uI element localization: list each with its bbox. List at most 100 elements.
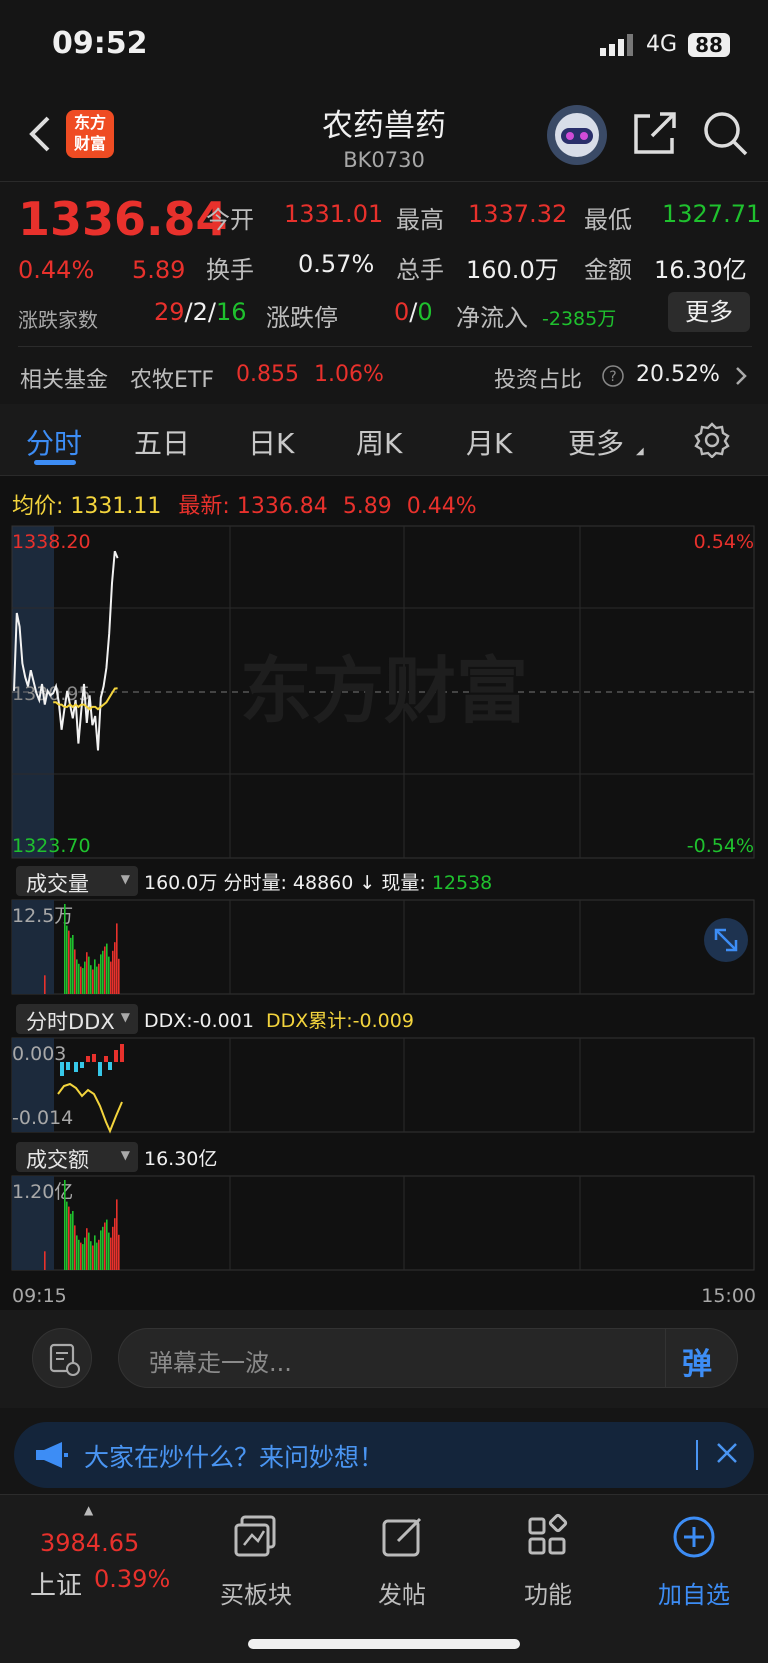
tab-five-day[interactable]: 五日	[134, 422, 190, 462]
ddx-bar	[60, 1062, 64, 1076]
app-logo[interactable]: 东方 财富	[66, 110, 114, 158]
bar	[102, 950, 104, 994]
share-icon[interactable]	[632, 110, 678, 160]
open-value: 1331.01	[284, 200, 384, 228]
limit-down-count: 0	[417, 298, 433, 326]
ddx-value: -0.001	[192, 1010, 254, 1032]
bar	[98, 963, 100, 994]
chevron-right-icon[interactable]	[734, 365, 748, 391]
arrow-down-icon: ↓	[359, 872, 376, 894]
watermark: 东方财富	[240, 649, 528, 733]
fund-label: 相关基金	[20, 368, 109, 393]
bar	[108, 956, 110, 994]
nav-buy-sector[interactable]: 买板块	[186, 1495, 326, 1625]
high-value: 1337.32	[468, 200, 568, 228]
bar	[70, 937, 72, 994]
ddx-info: DDX:-0.001 DDX累计:-0.009	[144, 1006, 414, 1033]
bar	[110, 961, 112, 994]
status-bar: 09:52 4G 88	[0, 0, 768, 92]
bar	[104, 1222, 106, 1270]
stock-code: BK0730	[343, 148, 425, 172]
bar	[72, 1211, 74, 1270]
send-danmaku-button[interactable]: 弹	[665, 1329, 737, 1387]
megaphone-icon	[34, 1440, 68, 1474]
more-button[interactable]: 更多	[668, 292, 750, 332]
bar	[84, 961, 86, 994]
indicator-label: 成交量	[26, 872, 89, 896]
bar	[110, 1237, 112, 1270]
bar	[112, 1226, 114, 1270]
bar	[102, 1226, 104, 1270]
gear-icon[interactable]	[694, 422, 730, 462]
flat-count: 2	[192, 298, 208, 326]
fund-name[interactable]: 农牧ETF	[130, 362, 214, 394]
y-top-label: 1338.20	[12, 531, 91, 553]
nav-post[interactable]: 发帖	[332, 1495, 472, 1625]
limit-up-count: 0	[394, 298, 410, 326]
volume-info: 160.0万 分时量: 48860 ↓ 现量: 12538	[144, 868, 492, 895]
tab-monthly-k[interactable]: 月K	[466, 422, 512, 462]
bar	[96, 966, 98, 994]
amount-indicator-select[interactable]: 成交额 ▼	[16, 1142, 138, 1172]
edit-icon	[382, 1517, 422, 1557]
low-value: 1327.71	[662, 200, 762, 228]
bar	[106, 1219, 108, 1270]
breadth-values: 29/2/16	[154, 298, 247, 326]
ratio-value: 20.52%	[636, 362, 720, 387]
nav-add-watchlist[interactable]: 加自选	[624, 1495, 764, 1625]
volume-grid-frame	[11, 899, 755, 995]
volume-indicator-select[interactable]: 成交量 ▼	[16, 866, 138, 896]
help-icon[interactable]: ?	[602, 365, 624, 391]
comment-bar: 弹幕走一波... 弹	[0, 1310, 768, 1408]
ddx-label: DDX:	[144, 1010, 193, 1032]
ddx-bar	[120, 1044, 124, 1062]
page-title: 农药兽药	[322, 108, 446, 144]
bar	[90, 1241, 92, 1270]
tab-daily-k[interactable]: 日K	[248, 422, 294, 462]
bar	[92, 969, 94, 994]
bar	[64, 1180, 66, 1270]
bar	[114, 942, 116, 994]
comment-input[interactable]: 弹幕走一波... 弹	[118, 1328, 738, 1388]
index-name: 上证	[30, 1571, 83, 1601]
bar	[76, 1235, 78, 1270]
ai-banner[interactable]: 大家在炒什么？来问妙想！	[14, 1422, 754, 1488]
tab-more[interactable]: 更多	[568, 422, 624, 462]
logo-text: 财富	[73, 134, 106, 153]
logo-text: 东方	[73, 113, 106, 132]
open-label: 今开	[206, 206, 254, 234]
comment-placeholder: 弹幕走一波...	[149, 1349, 292, 1377]
sector-icon	[234, 1515, 276, 1557]
bar	[82, 968, 84, 994]
svg-text:?: ?	[609, 369, 616, 385]
ddx-bar	[74, 1062, 78, 1072]
back-icon[interactable]	[26, 114, 54, 158]
tab-weekly-k[interactable]: 周K	[356, 422, 402, 462]
close-icon[interactable]	[712, 1438, 742, 1472]
bar	[44, 975, 46, 994]
x-end-label: 15:00	[701, 1285, 756, 1307]
bar	[82, 1244, 84, 1270]
ddx-cum-value: -0.009	[352, 1010, 414, 1032]
index-ticker[interactable]: ▲ 3984.65 上证 0.39%	[10, 1495, 170, 1625]
bar	[92, 1245, 94, 1270]
comment-settings-button[interactable]	[32, 1328, 92, 1388]
robot-avatar-icon[interactable]	[546, 104, 608, 170]
nav-functions[interactable]: 功能	[478, 1495, 618, 1625]
ddx-bar	[98, 1062, 102, 1076]
amount-total: 16.30亿	[144, 1148, 218, 1170]
chevron-down-icon: ▼	[120, 1148, 130, 1162]
tab-intraday[interactable]: 分时	[26, 422, 82, 462]
bar	[80, 1242, 82, 1270]
danmaku-icon: 弹	[682, 1347, 712, 1382]
search-icon[interactable]	[702, 110, 748, 160]
bar	[70, 1213, 72, 1270]
ddx-indicator-select[interactable]: 分时DDX ▼	[16, 1004, 138, 1034]
breadth-label: 涨跌家数	[18, 308, 98, 332]
signal-icon	[600, 34, 638, 60]
chart-tabs: 分时 五日 日K 周K 月K 更多 ◢	[0, 404, 768, 476]
home-indicator	[248, 1639, 520, 1649]
bar	[66, 925, 68, 994]
bar	[68, 930, 70, 994]
bar	[72, 935, 74, 994]
